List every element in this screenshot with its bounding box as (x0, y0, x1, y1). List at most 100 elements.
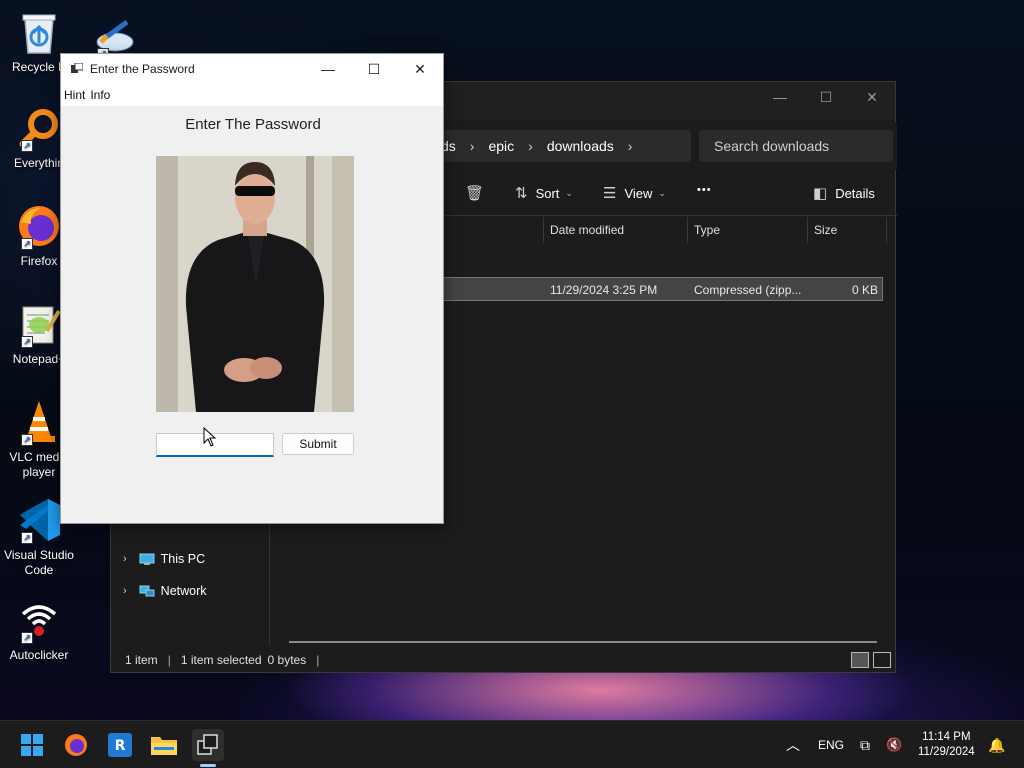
app-window-icon (71, 63, 83, 73)
details-view-icon[interactable] (851, 652, 869, 668)
search-input[interactable]: Search downloads (699, 130, 893, 162)
sidebar-item-network[interactable]: › Network (123, 584, 207, 598)
view-lines-icon: ☰ (603, 185, 617, 202)
chevron-down-icon: ⌄ (565, 187, 573, 198)
trash-icon: 🗑 (465, 185, 485, 202)
wifi-power-icon: ↗ (15, 596, 63, 644)
breadcrumb-item[interactable]: epic (478, 138, 524, 154)
search-magnifier-icon: ↗ (15, 104, 63, 152)
sort-label: Sort (535, 185, 560, 201)
more-dots-icon: ••• (697, 184, 712, 196)
status-divider: | (167, 653, 171, 667)
view-button[interactable]: ☰ View ⌄ (603, 184, 666, 202)
chevron-right-icon[interactable]: › (624, 138, 637, 154)
network-status-button[interactable]: ⧉ (860, 721, 870, 768)
vscode-icon: ↗ (15, 496, 63, 544)
column-label: Date modified (550, 223, 625, 237)
person-photo (156, 156, 354, 412)
status-item-count: 1 item (125, 653, 158, 667)
sort-button[interactable]: ⇅ Sort ⌄ (515, 184, 573, 202)
taskbar-remote-desktop[interactable]: R (104, 729, 136, 761)
recycle-bin-icon (15, 8, 63, 56)
desktop-icon-autoclicker[interactable]: ↗ Autoclicker (0, 596, 78, 663)
mouse-cursor-icon (203, 427, 217, 447)
menu-item-info[interactable]: Info (89, 88, 114, 102)
notepad-plus-icon: ↗ (15, 300, 63, 348)
details-pane-icon: ◧ (813, 185, 828, 202)
maximize-icon[interactable]: ☐ (351, 54, 397, 84)
table-row[interactable]: 11/29/2024 3:25 PM Compressed (zipp... 0… (443, 277, 883, 301)
chevron-down-icon: ⌄ (658, 187, 666, 198)
password-dialog[interactable]: Enter the Password — ☐ ✕ Hint Info Enter… (60, 53, 444, 524)
more-options-button[interactable]: ••• (697, 184, 712, 196)
close-icon[interactable]: ✕ (397, 54, 443, 84)
language-indicator[interactable]: ENG (818, 721, 844, 768)
firefox-icon (65, 734, 87, 756)
maximize-icon[interactable]: ☐ (803, 82, 849, 112)
start-button[interactable] (16, 729, 48, 761)
clock-date: 11/29/2024 (918, 746, 975, 758)
column-size[interactable]: Size (807, 217, 887, 243)
shortcut-arrow-icon: ↗ (21, 434, 33, 446)
delete-button[interactable]: 🗑 (465, 184, 492, 202)
chevron-right-icon[interactable]: › (123, 553, 127, 565)
remote-desktop-icon: R (108, 733, 132, 757)
active-app-indicator (200, 764, 216, 767)
windows-start-icon (21, 734, 43, 756)
cell-type: Compressed (zipp... (694, 283, 802, 297)
dialog-menubar: Hint Info (61, 84, 443, 106)
column-date-modified[interactable]: Date modified (543, 217, 688, 243)
submit-button[interactable]: Submit (282, 433, 354, 455)
sidebar-item-label: Network (160, 584, 207, 598)
column-label: Type (694, 223, 721, 237)
shortcut-arrow-icon: ↗ (21, 238, 33, 250)
details-pane-button[interactable]: ◧ Details (813, 184, 875, 202)
sidebar-item-this-pc[interactable]: › This PC (123, 552, 205, 566)
chevron-right-icon: › (469, 138, 475, 154)
chevron-right-icon[interactable]: › (123, 585, 127, 597)
close-icon[interactable]: ✕ (849, 82, 895, 112)
monitor-icon (139, 553, 155, 565)
taskbar-file-explorer[interactable] (148, 729, 180, 761)
shortcut-arrow-icon: ↗ (21, 632, 33, 644)
app-window-icon (197, 734, 218, 755)
volume-button[interactable]: 🔇 (886, 721, 902, 768)
shortcut-arrow-icon: ↗ (21, 532, 33, 544)
dialog-titlebar[interactable]: Enter the Password — ☐ ✕ (61, 54, 443, 84)
volume-muted-icon: 🔇 (886, 737, 903, 752)
file-explorer-icon (151, 737, 177, 755)
taskbar: R ︿ ENG ⧉ 🔇 11:14 PM 11/29/2024 🔔 (0, 720, 1024, 768)
notifications-button[interactable]: 🔔 (988, 721, 1005, 768)
column-type[interactable]: Type (687, 217, 807, 243)
vlc-cone-icon: ↗ (15, 398, 63, 446)
clock[interactable]: 11:14 PM 11/29/2024 (918, 721, 975, 768)
status-size: 0 bytes (267, 653, 307, 667)
chevron-up-icon: ︿ (786, 737, 800, 753)
cell-date-modified: 11/29/2024 3:25 PM (550, 283, 658, 297)
taskbar-firefox[interactable] (60, 729, 92, 761)
breadcrumb[interactable]: ds › epic › downloads › (411, 130, 691, 162)
bell-icon: 🔔 (988, 736, 1006, 753)
firefox-icon: ↗ (15, 202, 63, 250)
network-icon (139, 585, 155, 596)
sidebar-item-label: This PC (160, 552, 206, 566)
dialog-title: Enter the Password (90, 62, 195, 76)
details-label: Details (835, 185, 875, 201)
show-hidden-icons-button[interactable]: ︿ (786, 721, 800, 768)
minimize-icon[interactable]: — (305, 54, 351, 84)
shortcut-arrow-icon: ↗ (21, 140, 33, 152)
menu-item-hint[interactable]: Hint (63, 88, 89, 102)
view-label: View (624, 185, 653, 201)
sort-arrows-icon: ⇅ (515, 185, 528, 202)
column-label: Size (814, 223, 838, 237)
network-display-icon: ⧉ (860, 736, 870, 753)
dialog-heading: Enter The Password (185, 116, 321, 133)
search-placeholder: Search downloads (714, 138, 830, 154)
svg-text:R: R (115, 738, 126, 754)
status-selected: 1 item selected (180, 653, 262, 667)
breadcrumb-item[interactable]: downloads (537, 138, 624, 154)
minimize-icon[interactable]: — (757, 82, 803, 112)
tiles-view-icon[interactable] (873, 652, 891, 668)
taskbar-password-app[interactable] (192, 729, 224, 761)
horizontal-scrollbar[interactable] (289, 641, 877, 643)
